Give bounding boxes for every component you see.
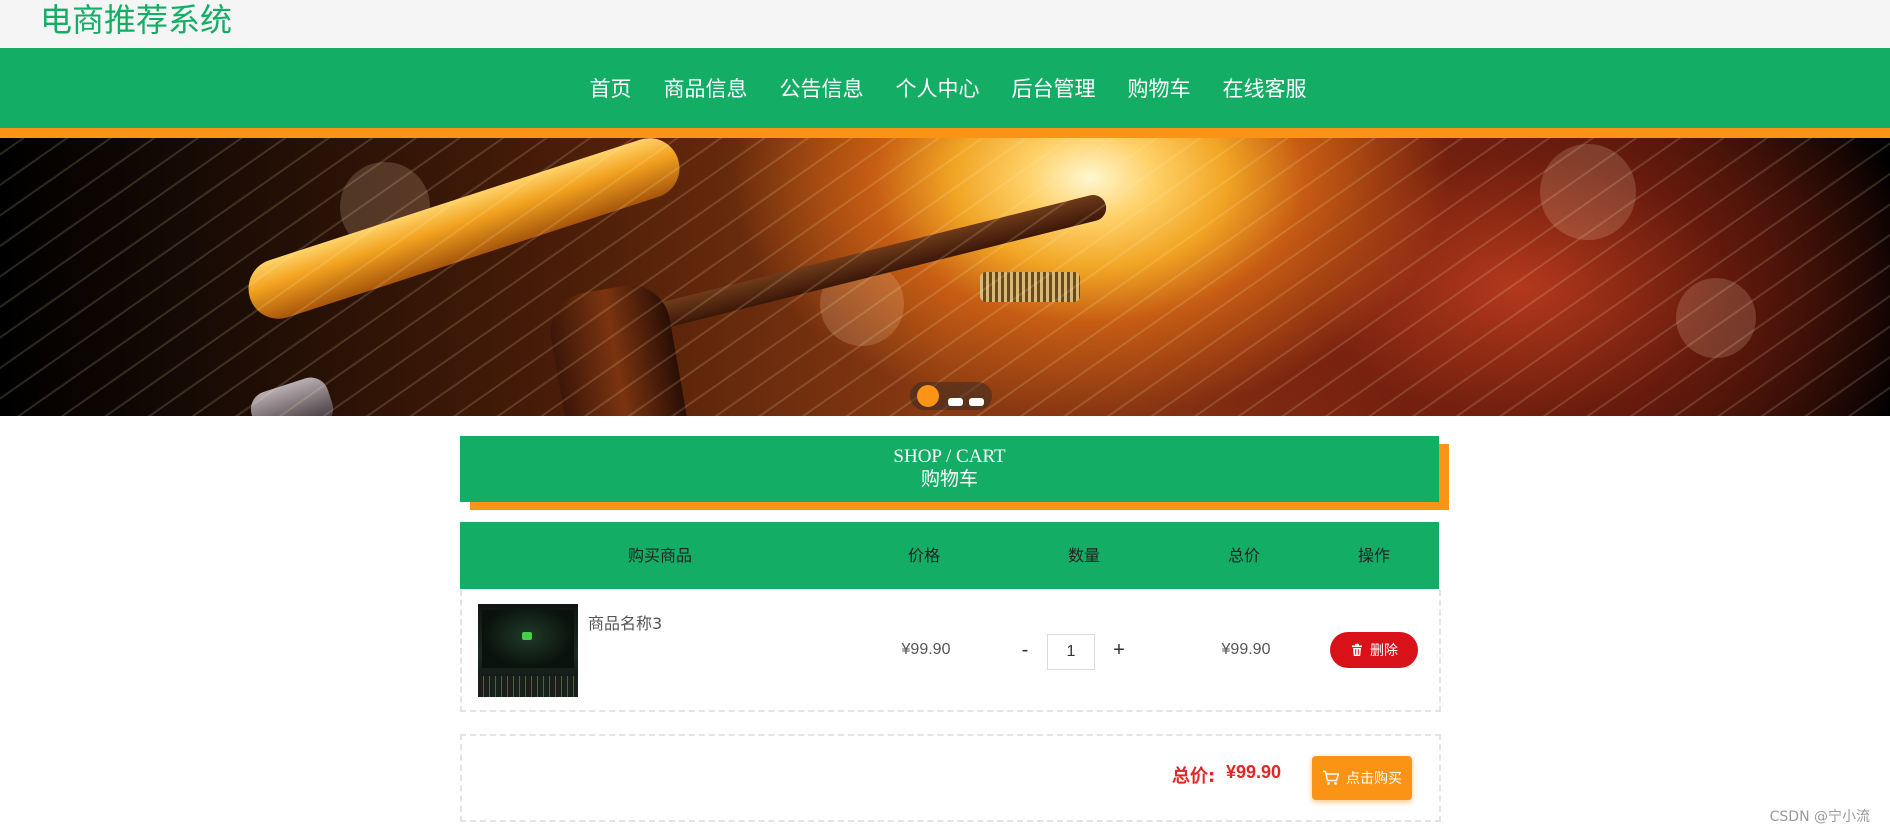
- delete-label: 删除: [1370, 643, 1398, 659]
- nav-item-support[interactable]: 在线客服: [1223, 73, 1307, 103]
- delete-button[interactable]: 删除: [1330, 632, 1418, 668]
- section-title-en: SHOP / CART: [893, 446, 1006, 467]
- cart-icon: [1323, 770, 1340, 785]
- section-title-cn: 购物车: [920, 468, 978, 490]
- nav-item-announcements[interactable]: 公告信息: [780, 73, 864, 103]
- checkout-label: 点击购买: [1346, 771, 1402, 787]
- trash-icon: [1352, 643, 1362, 656]
- section-title: SHOP / CART 购物车: [460, 436, 1439, 502]
- nav-item-home[interactable]: 首页: [590, 73, 632, 103]
- top-bar: 电商推荐系统: [0, 0, 1890, 48]
- banner-carousel[interactable]: [0, 138, 1890, 416]
- carousel-indicators: [910, 382, 992, 410]
- carousel-dot-2[interactable]: [948, 398, 963, 406]
- nav-items: 首页 商品信息 公告信息 个人中心 后台管理 购物车 在线客服: [590, 73, 1307, 103]
- nav-item-cart[interactable]: 购物车: [1128, 73, 1191, 103]
- nav-item-products[interactable]: 商品信息: [664, 73, 748, 103]
- header-product: 购买商品: [627, 546, 692, 565]
- product-thumbnail[interactable]: [478, 604, 578, 697]
- product-logo: [522, 632, 532, 640]
- product-name[interactable]: 商品名称3: [588, 610, 662, 634]
- row-subtotal: ¥99.90: [1221, 641, 1271, 658]
- table-row: 商品名称3 ¥99.90 - + ¥99.90 删除: [460, 590, 1441, 712]
- checkout-button[interactable]: 点击购买: [1312, 756, 1412, 800]
- quantity-decrease-button[interactable]: -: [1015, 638, 1035, 662]
- quantity-input[interactable]: [1047, 634, 1095, 670]
- header-subtotal: 总价: [1227, 546, 1260, 565]
- banner-stripes: [0, 138, 1890, 416]
- header-quantity: 数量: [1067, 546, 1100, 565]
- carousel-dot-3[interactable]: [969, 398, 984, 406]
- nav-item-profile[interactable]: 个人中心: [896, 73, 980, 103]
- product-price: ¥99.90: [901, 641, 951, 658]
- cart-table-header: 购买商品 价格 数量 总价 操作: [460, 522, 1439, 589]
- quantity-increase-button[interactable]: +: [1109, 638, 1129, 662]
- laptop-keyboard: [478, 676, 578, 697]
- header-price: 价格: [907, 546, 940, 565]
- site-title[interactable]: 电商推荐系统: [40, 2, 232, 38]
- cart-summary: 总价: ¥99.90 点击购买: [460, 734, 1441, 822]
- main-nav: 首页 商品信息 公告信息 个人中心 后台管理 购物车 在线客服: [0, 48, 1890, 138]
- total-value: ¥99.90: [1226, 762, 1282, 782]
- nav-item-admin[interactable]: 后台管理: [1012, 73, 1096, 103]
- watermark: CSDN @宁小流: [1769, 809, 1870, 825]
- carousel-dot-1[interactable]: [917, 385, 939, 407]
- header-actions: 操作: [1357, 546, 1390, 565]
- total-label: 总价:: [1172, 766, 1216, 787]
